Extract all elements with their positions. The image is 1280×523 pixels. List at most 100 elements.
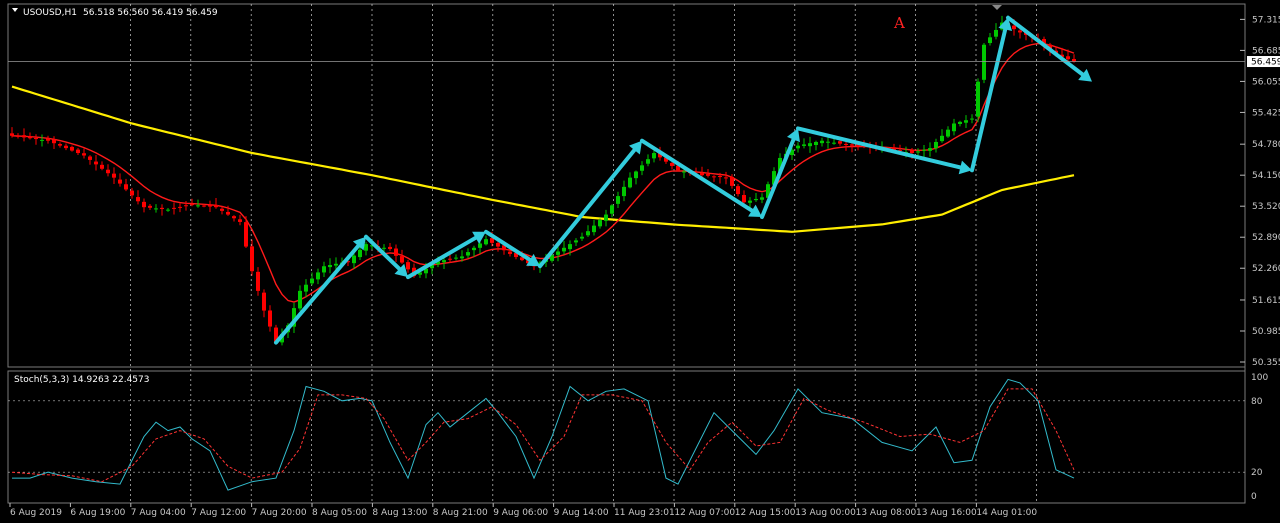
- candle-bear: [52, 139, 56, 144]
- candle-bull: [334, 263, 338, 266]
- candle-bear: [70, 146, 74, 151]
- time-tick-label: 13 Aug 08:00: [856, 508, 917, 518]
- candle-bear: [232, 216, 236, 219]
- stoch-tick-label: 100: [1251, 373, 1268, 383]
- candle-bull: [574, 240, 578, 243]
- ohlc-values: 56.518 56.560 56.419 56.459: [83, 8, 218, 18]
- candle-bull: [592, 225, 596, 233]
- shift-marker-icon[interactable]: [992, 5, 1002, 10]
- candle-bear: [262, 292, 266, 311]
- candle-bull: [940, 135, 944, 142]
- candle-bull: [970, 118, 974, 120]
- candle-bull: [298, 290, 302, 309]
- candle-bear: [670, 162, 674, 166]
- candle-bull: [598, 220, 602, 227]
- candle-bear: [118, 179, 122, 184]
- candle-bull: [640, 165, 644, 171]
- candle-bull: [934, 141, 938, 149]
- time-tick-label: 6 Aug 19:00: [70, 508, 125, 518]
- candle-bull: [622, 186, 626, 197]
- candle-bear: [400, 256, 404, 263]
- stoch-main-line: [12, 378, 1075, 491]
- price-tick-label: 50.985: [1252, 327, 1280, 337]
- triangle-down-icon[interactable]: [12, 8, 18, 12]
- candle-bull: [802, 144, 806, 146]
- candle-bull: [610, 205, 614, 214]
- stochastic-lines: [11, 378, 1075, 491]
- candle-bear: [136, 197, 140, 202]
- candle-bear: [76, 149, 80, 154]
- candle-bull: [820, 140, 824, 144]
- candle-bull: [40, 139, 44, 141]
- candle-bull: [982, 44, 986, 80]
- candle-bull: [796, 145, 800, 149]
- candle-bear: [244, 222, 248, 247]
- candle-bear: [178, 206, 182, 208]
- candle-bear: [94, 161, 98, 165]
- price-tick-label: 56.055: [1252, 77, 1280, 87]
- candle-bull: [652, 153, 656, 159]
- candle-bear: [22, 135, 26, 138]
- candle-bear: [736, 186, 740, 195]
- stoch-axis-labels: 100 80 20 0: [1251, 373, 1268, 502]
- candle-bear: [742, 195, 746, 203]
- zigzag-arrow-shaft: [760, 137, 796, 220]
- candle-bull: [628, 177, 632, 188]
- candle-bull: [382, 247, 386, 249]
- price-tick-label: 54.150: [1252, 171, 1280, 181]
- candle-bear: [220, 208, 224, 211]
- stoch-indicator-label: Stoch(5,3,3) 14.9263 22.4573: [14, 375, 149, 385]
- candle-bear: [844, 143, 848, 145]
- candle-bull: [556, 251, 560, 255]
- annotation-label: A: [893, 14, 905, 32]
- candle-bear: [28, 136, 32, 139]
- zigzag-arrow-shaft: [274, 243, 361, 345]
- candle-bull: [616, 196, 620, 204]
- stoch-tick-label: 0: [1251, 492, 1257, 502]
- price-tick-label: 51.615: [1252, 296, 1280, 306]
- price-tick-label: 53.520: [1252, 202, 1280, 212]
- candle-bear: [496, 242, 500, 247]
- candle-bear: [124, 184, 128, 190]
- candle-bear: [508, 251, 512, 254]
- candle-bear: [214, 204, 218, 208]
- time-tick-label: 11 Aug 23:01: [614, 508, 675, 518]
- price-tick-label: 56.685: [1252, 46, 1280, 56]
- candle-bear: [208, 204, 212, 207]
- slow-moving-average: [11, 85, 1075, 233]
- candle-bear: [268, 310, 272, 327]
- time-tick-label: 7 Aug 04:00: [131, 508, 186, 518]
- candle-bull: [748, 200, 752, 203]
- candle-bull: [976, 81, 980, 117]
- candle-bear: [406, 262, 410, 270]
- slow-ma-line: [11, 85, 1075, 233]
- candle-bull: [634, 171, 638, 179]
- candle-bear: [100, 164, 104, 169]
- candle-bear: [202, 205, 206, 207]
- candle-bear: [82, 153, 86, 156]
- candle-bear: [718, 175, 722, 178]
- candle-bull: [994, 29, 998, 37]
- candle-bear: [394, 248, 398, 256]
- candle-bull: [580, 236, 584, 239]
- candle-bull: [646, 159, 650, 164]
- candle-bull: [322, 266, 326, 273]
- zigzag-arrow-shaft: [1006, 15, 1085, 77]
- candle-bear: [88, 156, 92, 160]
- price-tick-label: 50.355: [1252, 358, 1280, 368]
- time-tick-label: 8 Aug 05:00: [312, 508, 367, 518]
- candle-bear: [130, 190, 134, 196]
- time-tick-label: 7 Aug 12:00: [191, 508, 246, 518]
- candle-bull: [586, 231, 590, 236]
- candle-bull: [958, 121, 962, 124]
- candle-bull: [304, 284, 308, 292]
- candle-bull: [964, 120, 968, 123]
- candle-bull: [484, 239, 488, 245]
- candle-bull: [358, 249, 362, 258]
- candle-bear: [838, 141, 842, 144]
- candle-bear: [46, 138, 50, 141]
- candle-bull: [814, 141, 818, 146]
- candle-bear: [10, 133, 14, 136]
- candle-bull: [922, 149, 926, 151]
- candle-bull: [352, 255, 356, 264]
